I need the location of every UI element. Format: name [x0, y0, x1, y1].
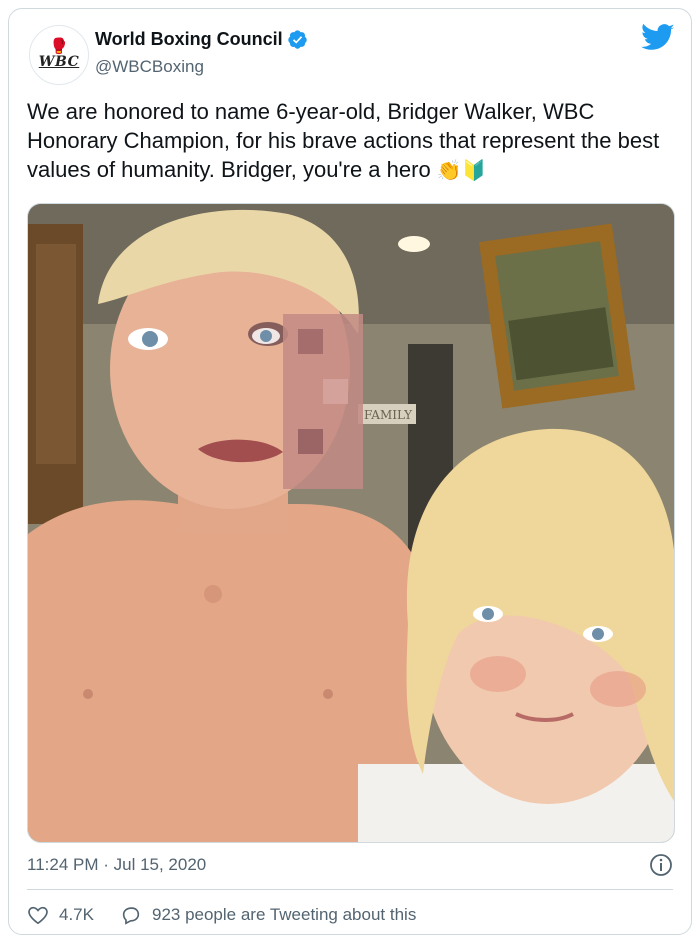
conversation-link[interactable]: 923 people are Tweeting about this [120, 904, 416, 926]
author-handle[interactable]: @WBCBoxing [95, 57, 204, 77]
like-button[interactable]: 4.7K [27, 904, 94, 926]
avatar[interactable]: 🥊 WBC [29, 25, 89, 85]
wbc-logo-icon: 🥊 [49, 38, 69, 55]
tweet-timestamp[interactable]: 11:24 PM · Jul 15, 2020 [27, 855, 206, 875]
author-name-row: World Boxing Council [95, 29, 308, 50]
photo-illustration: FAMILY [28, 204, 674, 842]
engagement-bar: 4.7K 923 people are Tweeting about this [27, 904, 416, 926]
author-display-name[interactable]: World Boxing Council [95, 29, 283, 50]
ceiling-light [398, 236, 430, 252]
twitter-bird-icon[interactable] [641, 23, 675, 53]
avatar-logo-text: WBC [38, 54, 80, 70]
wall-painting [478, 223, 636, 409]
conversation-text: 923 people are Tweeting about this [151, 905, 417, 924]
tweet-body: We are honored to name 6-year-old, Bridg… [27, 99, 660, 182]
tweet-card: 🥊 WBC World Boxing Council @WBCBoxing We… [8, 8, 692, 935]
tweet-text: We are honored to name 6-year-old, Bridg… [27, 97, 677, 185]
like-count: 4.7K [59, 905, 94, 924]
divider [27, 889, 673, 890]
heart-icon [28, 906, 48, 925]
comment-bubble-icon [122, 907, 140, 925]
info-icon[interactable] [649, 853, 673, 877]
clap-and-beginner-emoji: 👏🔰 [436, 158, 487, 182]
tweet-photo[interactable]: FAMILY [27, 203, 675, 843]
verified-badge-icon [287, 30, 307, 49]
family-sign-text: FAMILY [364, 408, 413, 422]
